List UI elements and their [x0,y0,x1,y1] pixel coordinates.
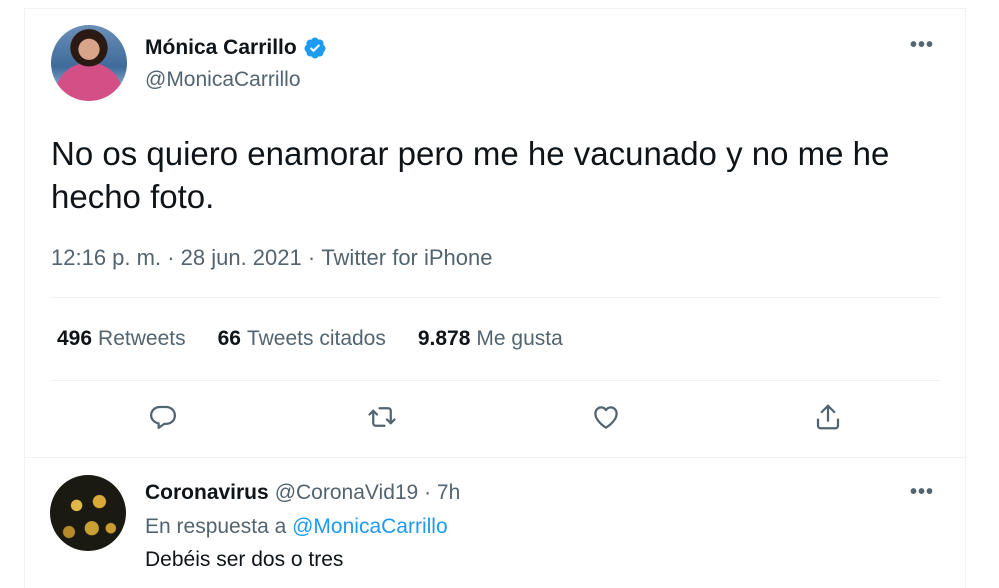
meta-separator: · [161,245,181,270]
like-button[interactable] [588,399,624,435]
tweet-time[interactable]: 12:16 p. m. [51,245,161,271]
reply-author-avatar[interactable] [50,475,126,551]
reply-header: Coronavirus @CoronaVid19 · 7h [145,481,460,505]
quote-tweets-count: 66 [217,327,241,350]
verified-badge-icon [304,37,326,59]
more-icon[interactable]: ••• [910,482,934,502]
tweet-metadata: 12:16 p. m. · 28 jun. 2021 · Twitter for… [51,245,493,271]
reply-separator: · [418,481,437,504]
retweets-count: 496 [57,327,93,350]
share-icon [816,404,840,430]
reply-author-name[interactable]: Coronavirus [145,481,269,505]
share-button[interactable] [810,399,846,435]
divider [51,297,940,298]
engagement-stats: 496 Retweets 66 Tweets citados 9.878 Me gus… [57,327,563,351]
reply-icon [150,405,176,429]
in-reply-prefix: En respuesta a [145,515,287,538]
author-display-name[interactable]: Mónica Carrillo [145,36,297,60]
retweets-stat[interactable]: 496 Retweets [57,327,186,351]
reply-button[interactable] [145,399,181,435]
reply-author-handle[interactable]: @CoronaVid19 [275,481,419,505]
quote-tweets-label: Tweets citados [246,327,386,350]
tweet-source[interactable]: Twitter for iPhone [321,245,492,271]
author-name-row[interactable]: Mónica Carrillo [145,36,327,60]
retweet-button[interactable] [364,399,400,435]
author-avatar[interactable] [51,25,127,101]
like-icon [594,406,618,429]
reply-text: Debéis ser dos o tres [145,548,344,571]
action-bar [0,399,999,439]
tweet-text: No os quiero enamorar pero me he vacunad… [51,135,890,215]
retweet-icon [368,407,396,427]
likes-stat[interactable]: 9.878 Me gusta [418,327,563,351]
in-reply-handle-link[interactable]: @MonicaCarrillo [292,515,448,538]
meta-separator: · [301,245,322,270]
more-icon[interactable]: ••• [910,35,934,55]
divider [51,380,940,381]
likes-label: Me gusta [476,327,563,350]
quote-tweets-stat[interactable]: 66 Tweets citados [218,327,386,351]
retweets-label: Retweets [98,327,186,350]
author-handle[interactable]: @MonicaCarrillo [145,68,301,92]
tweet-date[interactable]: 28 jun. 2021 [181,245,302,271]
divider [24,457,966,458]
reply-time[interactable]: 7h [437,481,460,505]
in-reply-to: En respuesta a @MonicaCarrillo [145,515,448,539]
likes-count: 9.878 [417,327,471,350]
